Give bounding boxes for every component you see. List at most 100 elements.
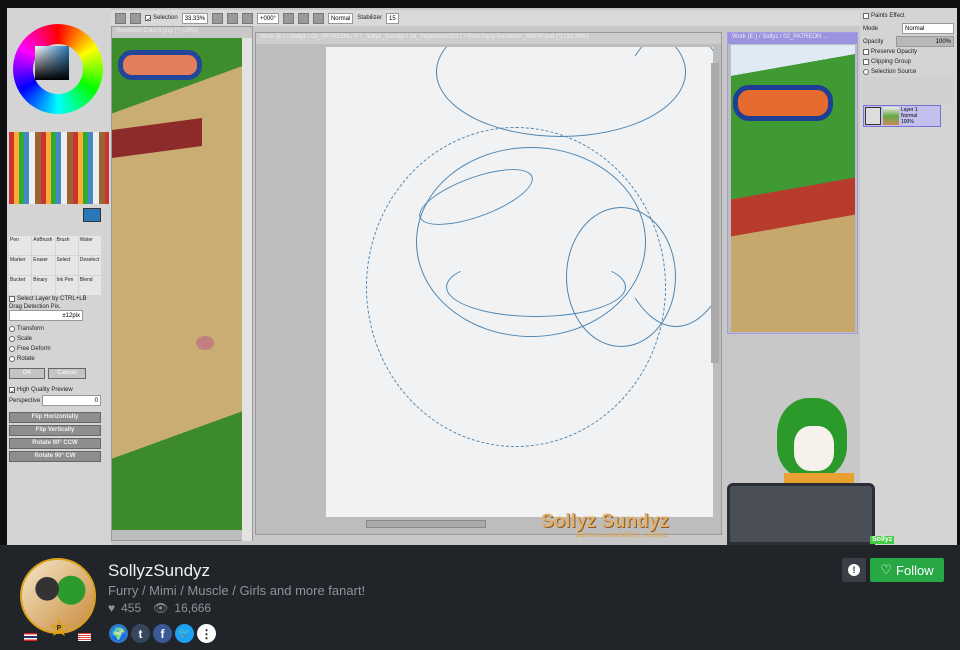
likes-count: 455 [121,601,142,615]
patreon-logo-icon [546,511,547,512]
rotate-left-button[interactable] [282,12,294,24]
tool-select[interactable]: Select [55,256,78,275]
left-canvas-window[interactable]: Renekton Color3.png (*) (25%) [111,26,253,541]
undo-button[interactable] [115,12,126,24]
select-layer-label: Select Layer by CTRL+LB [17,296,87,302]
channel-description: Furry / Mimi / Muscle / Girls and more f… [108,583,366,598]
tool-pen[interactable]: Pen [9,236,32,255]
sai-toolbar: ✓ Selection 33.33% +000° Normal Stabilize… [111,10,861,26]
report-button[interactable]: ! [842,558,866,582]
rotate-ccw-button[interactable]: Rotate 90° CCW [9,438,101,449]
zoom-field[interactable]: 33.33% [181,12,209,24]
tool-airbrush[interactable]: AirBrush [32,236,55,255]
preview-artwork [731,45,855,332]
tumblr-icon[interactable]: t [131,624,150,643]
radio-rotate[interactable]: Rotate [9,354,107,364]
horizontal-scrollbar[interactable] [366,520,486,528]
mode-select[interactable]: Normal [902,23,954,34]
follow-button[interactable]: ♡ Follow [870,558,944,582]
stream-video[interactable]: Pen AirBrush Brush Water Marker Eraser S… [7,8,957,545]
channel-name: SollyzSundyz [108,561,211,580]
drag-detection-field[interactable]: ±12pix [9,310,83,321]
rotate-cw-button[interactable]: Rotate 90° CW [9,451,101,462]
window-title: Renekton Color3.png (*) (25%) [112,27,252,38]
tool-deselect[interactable]: Deselect [78,256,101,275]
watermark-name: Sollyz Sundyz [541,511,669,532]
tool-grid: Pen AirBrush Brush Water Marker Eraser S… [9,236,101,295]
layer-row[interactable]: Layer 1 Normal 100% [863,105,941,127]
tool-eraser[interactable]: Eraser [32,256,55,275]
checkbox-label: Preserve Opacity [871,49,918,55]
watermark-url: patreon.com/sollyz_sundyz [576,532,668,539]
select-layer-checkbox[interactable]: Select Layer by CTRL+LB [9,294,107,304]
flip-vertically-button[interactable]: Flip Vertically [9,425,101,436]
radio-label: Transform [17,326,45,332]
cam-label: Sollyz [870,536,895,544]
facebook-icon[interactable]: f [153,624,172,643]
ok-button[interactable]: OK [9,368,45,379]
preserve-opacity-checkbox[interactable]: Preserve Opacity [863,47,954,57]
sai-left-panel: Pen AirBrush Brush Water Marker Eraser S… [7,8,111,545]
tool-ink-pen[interactable]: Ink Pen [55,276,78,295]
cancel-button[interactable]: Cancel [48,368,86,379]
radio-label: Scale [17,336,33,342]
hq-preview-checkbox[interactable]: ✓ High Quality Preview [9,385,107,395]
report-icon: ! [848,564,860,576]
stabilizer-label: Stabilizer [357,15,382,21]
rotate-right-button[interactable] [297,12,309,24]
preview-canvas-window[interactable]: Work (E:) / Sollyz / 02_PATREON ... [727,32,858,334]
zoom-in-button[interactable] [227,12,239,24]
checkbox-label: Clipping Group [871,59,912,65]
hq-preview-label: High Quality Preview [17,387,73,393]
perspective-field[interactable]: 0 [42,395,101,406]
radio-free-deform[interactable]: Free Deform [9,344,107,354]
vtuber-avatar-overlay: Sollyz [722,368,895,545]
radio-transform[interactable]: Transform [9,324,107,334]
main-canvas-window[interactable]: Work (E:) / Sollyz / 02_PATREON / PT_Sol… [255,32,722,539]
eye-icon[interactable] [865,107,881,125]
tool-marker[interactable]: Marker [9,256,32,275]
selection-source-checkbox[interactable]: Selection Source [863,67,954,77]
color-swatches[interactable] [9,132,109,204]
clipping-group-checkbox[interactable]: Clipping Group [863,57,954,67]
window-title: Work (E:) / Sollyz / 02_PATREON / PT_Sol… [256,33,721,44]
heart-outline-icon: ♡ [880,562,893,577]
tool-blend[interactable]: Blend [78,276,101,295]
radio-scale[interactable]: Scale [9,334,107,344]
rotation-field[interactable]: +000° [257,12,279,24]
paints-effect-label: Paints Effect [871,13,905,19]
layer-buttons[interactable] [863,77,954,105]
sketch-canvas[interactable] [326,47,713,517]
zoom-reset-button[interactable] [242,12,254,24]
selection-label: Selection [153,15,178,21]
opacity-slider[interactable]: 100% [896,36,954,47]
zoom-out-button[interactable] [212,12,224,24]
stabilizer-select[interactable]: 15 [386,12,399,24]
tool-water[interactable]: Water [78,236,101,255]
heart-icon: ♥ [108,601,116,615]
redo-button[interactable] [130,12,141,24]
layer-thumbnail [883,107,899,125]
vertical-scrollbar[interactable] [711,63,719,363]
scrollbar[interactable] [242,38,252,541]
radio-label: Rotate [17,356,35,362]
views-count: 16,666 [174,601,212,615]
radio-label: Free Deform [17,346,51,352]
selection-checkbox[interactable]: ✓ Selection [145,13,178,23]
flip-horizontally-button[interactable]: Flip Horizontally [9,412,101,423]
tool-brush[interactable]: Brush [55,236,78,255]
drag-detection-label: Drag Detection Pix. [9,304,61,310]
twitter-icon[interactable]: 🐦 [175,624,194,643]
tool-bucket[interactable]: Bucket [9,276,32,295]
current-color[interactable] [83,208,101,222]
paints-effect-header[interactable]: Paints Effect [863,11,954,21]
more-icon[interactable]: ⋮ [197,624,216,643]
mode-label: Mode [863,25,879,32]
checkbox-label: Selection Source [871,69,917,75]
color-square[interactable] [35,46,69,80]
blend-mode-select[interactable]: Normal [327,12,354,24]
window-title: Work (E:) / Sollyz / 02_PATREON ... [728,33,857,44]
globe-icon[interactable]: 🌍 [109,624,128,643]
tool-binary[interactable]: Binary [32,276,55,295]
rotate-reset-button[interactable] [312,12,324,24]
